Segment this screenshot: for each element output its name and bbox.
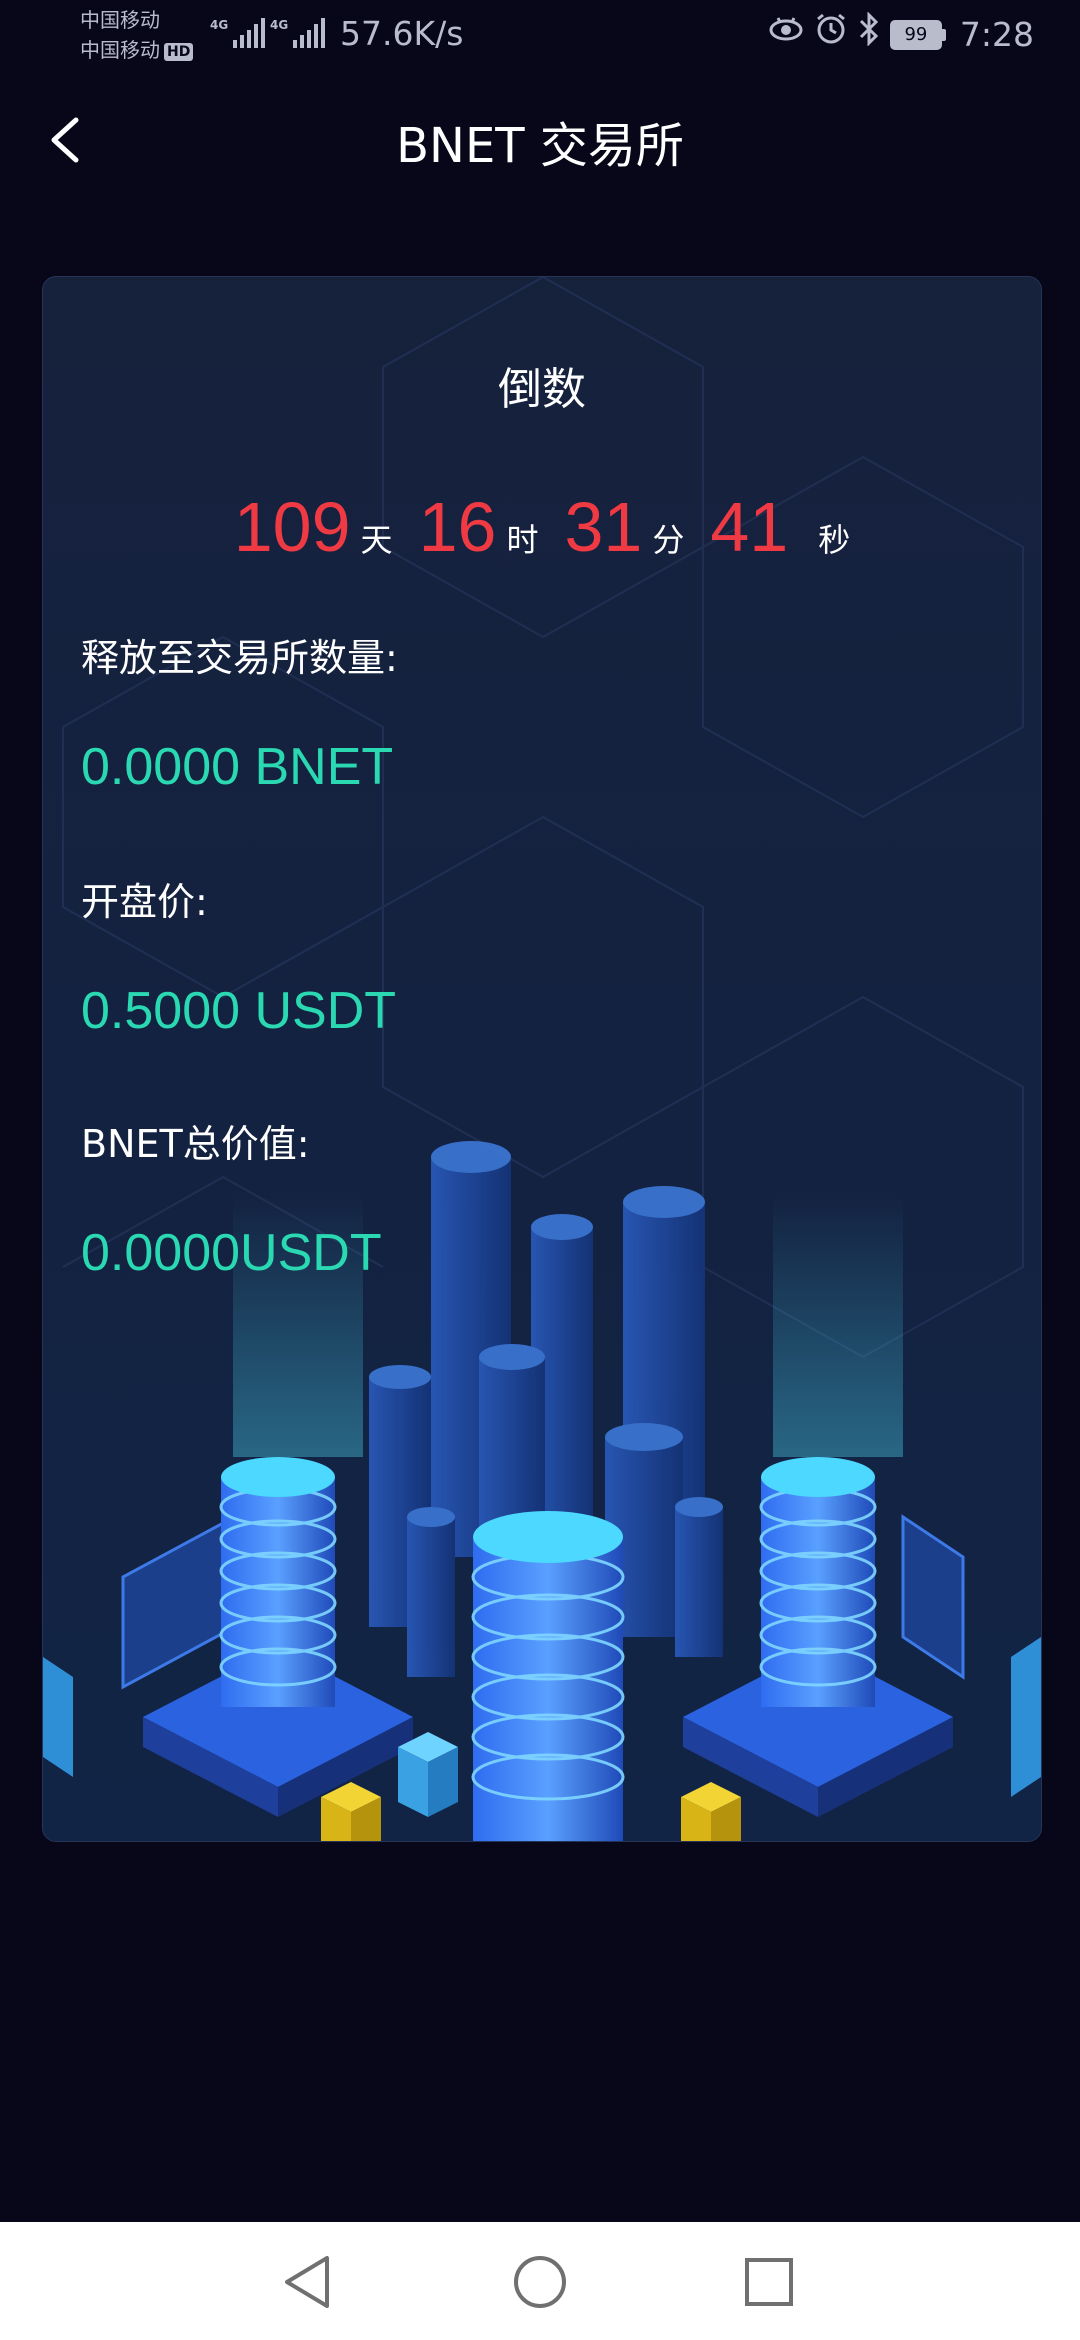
countdown-title: 倒数 xyxy=(498,364,586,415)
countdown-hours-unit: 时 xyxy=(506,521,539,559)
nav-recents-icon[interactable] xyxy=(737,2250,801,2314)
opening-price-value: 0.5000 USDT xyxy=(81,982,397,1040)
signal-icon-2: 4G xyxy=(270,18,326,48)
countdown-hours: 16 xyxy=(418,488,497,566)
alarm-icon xyxy=(814,12,848,57)
network-speed: 57.6K/s xyxy=(340,14,464,53)
clock: 7:28 xyxy=(959,15,1034,54)
countdown-minutes-unit: 分 xyxy=(652,521,685,559)
network-type-2: 4G xyxy=(270,18,289,32)
carrier-label-2-text: 中国移动 xyxy=(80,38,160,62)
countdown-card: 倒数 109 天 16 时 31 分 41 秒 释放至交易所数量: 0.0000… xyxy=(42,276,1042,1842)
hd-badge: HD xyxy=(164,42,194,61)
network-type-1: 4G xyxy=(210,18,229,32)
release-amount-label: 释放至交易所数量: xyxy=(81,636,398,680)
carrier-label-1: 中国移动 xyxy=(80,8,160,32)
countdown-seconds-unit: 秒 xyxy=(818,521,851,559)
opening-price-label: 开盘价: xyxy=(81,880,208,924)
eye-icon xyxy=(768,14,804,55)
nav-home-icon[interactable] xyxy=(508,2250,572,2314)
countdown-seconds: 41 xyxy=(710,488,789,566)
system-navigation-bar xyxy=(0,2222,1080,2340)
battery-level: 99 xyxy=(889,19,942,50)
nav-back-icon[interactable] xyxy=(277,2250,341,2314)
bluetooth-icon xyxy=(858,11,880,57)
carrier-label-2: 中国移动 HD xyxy=(80,38,194,62)
page-title: BNET 交易所 xyxy=(396,118,684,174)
status-icons: 99 7:28 xyxy=(768,11,1034,57)
release-amount-value: 0.0000 BNET xyxy=(81,738,394,796)
signal-icon: 4G xyxy=(210,18,266,48)
countdown-days-unit: 天 xyxy=(360,521,393,559)
status-bar: 中国移动 中国移动 HD 4G 4G 57.6K/s 99 7:28 xyxy=(0,0,1080,70)
total-value-label: BNET总价值: xyxy=(81,1122,310,1166)
battery-icon: 99 xyxy=(889,19,946,50)
countdown-timer: 109 天 16 时 31 分 41 秒 xyxy=(43,487,1041,567)
countdown-minutes: 31 xyxy=(564,488,643,566)
nav-bar: BNET 交易所 xyxy=(0,90,1080,190)
countdown-days: 109 xyxy=(233,488,351,566)
total-value-value: 0.0000USDT xyxy=(81,1224,382,1282)
